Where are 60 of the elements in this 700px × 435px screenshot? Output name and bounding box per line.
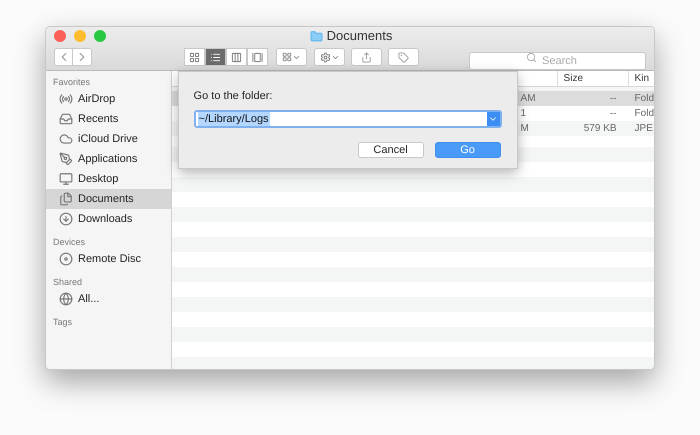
table-cell-text: M — [520, 122, 530, 136]
table-cell-text: -- — [608, 92, 618, 106]
columns-icon — [231, 52, 242, 62]
sidebar-item[interactable]: All... — [46, 289, 171, 309]
sidebar-item[interactable]: Documents — [46, 189, 171, 209]
download-icon — [59, 212, 73, 226]
sidebar-item[interactable]: Recents — [46, 109, 171, 129]
table-cell-text: AM — [520, 92, 537, 106]
view-mode-button[interactable] — [226, 48, 247, 66]
sidebar-item[interactable]: AirDrop — [46, 89, 171, 109]
share-icon — [361, 52, 372, 62]
back-button[interactable] — [54, 48, 73, 66]
sidebar-item[interactable]: Applications — [46, 149, 171, 169]
sidebar-item[interactable]: iCloud Drive — [46, 129, 171, 149]
grid-icon — [282, 52, 292, 62]
table-cell-text: Fold — [634, 92, 654, 106]
dialog-label: Go to the folder: — [194, 89, 274, 104]
disc-icon — [59, 252, 73, 266]
tag-icon — [398, 52, 409, 62]
search-field[interactable]: Search — [469, 52, 646, 70]
sidebar-heading: Tags — [52, 316, 74, 329]
view-mode-button[interactable] — [205, 48, 226, 66]
sidebar-heading: Devices — [52, 236, 86, 249]
column-header-cell[interactable]: Size — [558, 71, 629, 86]
pen-icon — [59, 152, 73, 166]
window-title: Documents — [326, 27, 392, 46]
zoom-button[interactable] — [94, 30, 106, 42]
sidebar-item[interactable]: Remote Disc — [46, 249, 171, 269]
table-cell-text: -- — [608, 107, 618, 121]
action-button[interactable] — [314, 48, 345, 66]
close-button[interactable] — [54, 30, 66, 42]
documents-icon — [59, 192, 73, 206]
dropdown-button[interactable] — [486, 112, 500, 126]
table-cell-text: 579 KB — [582, 122, 618, 136]
table-cell-text: JPE — [634, 122, 654, 136]
arrange-button[interactable] — [276, 48, 307, 66]
list-icon — [210, 52, 221, 62]
folder-icon — [310, 30, 323, 42]
column-header-cell[interactable]: Kin — [628, 71, 654, 86]
table-cell-text: 1 — [520, 107, 528, 121]
cancel-button[interactable]: Cancel — [358, 142, 424, 158]
globe-icon — [59, 292, 73, 306]
tray-icon — [59, 112, 73, 126]
table-cell-text: Fold — [634, 107, 654, 121]
sidebar-heading: Favorites — [52, 76, 92, 89]
tag-button[interactable] — [388, 48, 419, 66]
folder-path-field[interactable]: ~/Library/Logs — [194, 110, 502, 128]
sidebar-item[interactable]: Downloads — [46, 209, 171, 229]
sidebar-item[interactable]: Desktop — [46, 169, 171, 189]
share-button[interactable] — [351, 48, 382, 66]
cloud-icon — [59, 132, 73, 146]
search-icon — [526, 52, 537, 63]
grid-icon — [189, 52, 200, 62]
gallery-icon — [252, 52, 263, 62]
gear-icon — [320, 52, 330, 62]
forward-button[interactable] — [73, 48, 92, 66]
view-mode-button[interactable] — [247, 48, 268, 66]
view-mode-button[interactable] — [184, 48, 205, 66]
sidebar-heading: Shared — [52, 276, 84, 289]
monitor-icon — [59, 172, 73, 186]
